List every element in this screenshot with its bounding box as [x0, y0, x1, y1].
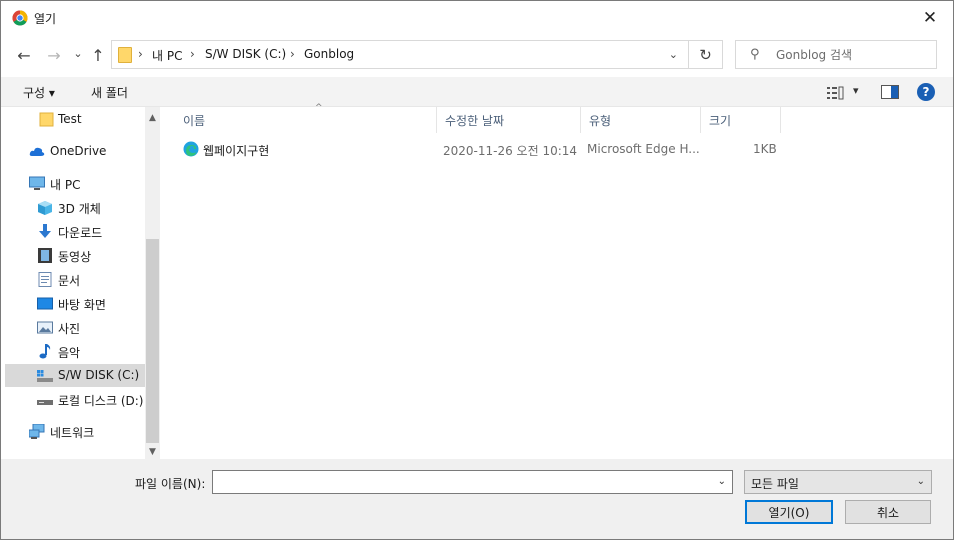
document-icon — [38, 272, 52, 287]
sort-ascending-icon: ^ — [315, 103, 323, 113]
close-button[interactable]: ✕ — [907, 1, 953, 35]
preview-pane-icon[interactable] — [881, 85, 899, 99]
sidebar-item-videos[interactable]: 동영상 — [5, 244, 145, 267]
open-file-dialog: 열기 ✕ ← → ⌄ ↑ › 내 PC › S/W DISK (C:) › Go… — [0, 0, 954, 540]
sidebar-item-label: 3D 개체 — [58, 202, 101, 216]
toolbar: 구성 ▾ 새 폴더 ▾ ? — [1, 77, 953, 107]
search-input[interactable] — [776, 45, 926, 64]
search-icon: ⚲ — [750, 47, 760, 62]
sidebar-item-label: 바탕 화면 — [58, 298, 106, 312]
filetype-select[interactable]: 모든 파일 ⌄ — [744, 470, 932, 494]
sidebar-item-onedrive[interactable]: OneDrive — [5, 140, 145, 163]
sidebar-item-label: S/W DISK (C:) — [58, 368, 140, 382]
address-bar[interactable]: › 내 PC › S/W DISK (C:) › Gonblog ⌄ — [111, 40, 689, 69]
open-button[interactable]: 열기(O) — [745, 500, 833, 524]
view-list-icon — [827, 86, 844, 100]
file-size: 1KB — [753, 142, 777, 156]
column-header-type[interactable]: 유형 — [581, 107, 701, 133]
sidebar-item-label: Test — [58, 112, 82, 126]
download-icon — [39, 224, 51, 238]
filename-label: 파일 이름(N): — [135, 477, 206, 491]
view-options-button[interactable]: ▾ — [827, 84, 867, 101]
drive-c-icon — [37, 370, 53, 382]
cube-icon — [38, 201, 52, 215]
breadcrumb-my-pc[interactable]: 내 PC — [152, 47, 182, 64]
column-header-label: 이름 — [183, 114, 206, 128]
sidebar-item-label: 사진 — [58, 322, 81, 336]
sidebar-item-network[interactable]: 네트워크 — [5, 420, 145, 443]
scroll-down-button[interactable]: ▼ — [145, 443, 160, 460]
file-name: 웹페이지구현 — [203, 144, 270, 158]
breadcrumb-c-drive[interactable]: S/W DISK (C:) — [205, 47, 286, 61]
sidebar-item-label: 동영상 — [58, 250, 92, 264]
desktop-icon — [37, 297, 53, 310]
up-button[interactable]: ↑ — [87, 42, 109, 68]
back-button[interactable]: ← — [13, 42, 35, 68]
sidebar-item-pictures[interactable]: 사진 — [5, 316, 145, 339]
column-header-size[interactable]: 크기 — [701, 107, 781, 133]
file-row[interactable]: 웹페이지구현 2020-11-26 오전 10:14 Microsoft Edg… — [177, 137, 777, 161]
bottom-panel: 파일 이름(N): ⌄ 모든 파일 ⌄ 열기(O) 취소 — [1, 459, 953, 539]
sidebar-scrollbar[interactable]: ▲ ▼ — [145, 107, 160, 459]
sidebar-item-downloads[interactable]: 다운로드 — [5, 220, 145, 243]
file-type: Microsoft Edge H... — [587, 142, 700, 156]
sidebar-item-documents[interactable]: 문서 — [5, 268, 145, 291]
sidebar-item-3d-objects[interactable]: 3D 개체 — [5, 196, 145, 219]
navigation-pane: Test OneDrive 내 PC 3D 개체 다운로드 동영상 문서 바탕 — [5, 107, 145, 459]
new-folder-button[interactable]: 새 폴더 — [91, 84, 128, 101]
recent-locations-button[interactable]: ⌄ — [67, 40, 89, 66]
sidebar-item-label: 문서 — [58, 274, 81, 288]
sidebar-item-c-drive[interactable]: S/W DISK (C:) — [5, 364, 145, 387]
scrollbar-thumb[interactable] — [146, 239, 159, 443]
music-icon — [39, 344, 51, 359]
file-list: 이름 ^ 수정한 날짜 유형 크기 웹페이지구현 2020-11-26 오전 1… — [161, 103, 949, 459]
search-box[interactable]: ⚲ — [735, 40, 937, 69]
sidebar-item-d-drive[interactable]: 로컬 디스크 (D:) — [5, 388, 145, 411]
edge-html-file-icon — [183, 141, 199, 157]
chevron-down-icon: ▾ — [853, 84, 859, 97]
drive-d-icon — [37, 400, 53, 405]
scroll-up-button[interactable]: ▲ — [145, 109, 160, 126]
chrome-icon — [12, 10, 28, 26]
video-icon — [38, 248, 52, 263]
picture-icon — [37, 321, 53, 334]
window-title: 열기 — [34, 12, 57, 26]
breadcrumb-separator: › — [138, 47, 143, 61]
file-date: 2020-11-26 오전 10:14 — [443, 144, 578, 158]
computer-icon — [29, 176, 45, 190]
filename-combo[interactable]: ⌄ — [212, 470, 733, 494]
sidebar-item-label: 네트워크 — [50, 426, 95, 440]
breadcrumb-separator: › — [190, 47, 195, 61]
column-header-name[interactable]: 이름 ^ — [175, 103, 437, 133]
chevron-down-icon: ⌄ — [916, 476, 925, 487]
organize-button[interactable]: 구성 ▾ — [23, 84, 55, 101]
sidebar-item-label: 로컬 디스크 (D:) — [58, 394, 144, 408]
sidebar-item-label: 음악 — [58, 346, 81, 360]
sidebar-item-desktop[interactable]: 바탕 화면 — [5, 292, 145, 315]
sidebar-item-label: 다운로드 — [58, 226, 103, 240]
chevron-down-icon[interactable]: ⌄ — [718, 476, 726, 487]
breadcrumb-gonblog[interactable]: Gonblog — [304, 47, 354, 61]
cloud-icon — [29, 147, 45, 156]
forward-button[interactable]: → — [43, 42, 65, 68]
network-icon — [29, 424, 45, 439]
folder-icon — [118, 47, 132, 63]
filename-input[interactable] — [217, 474, 707, 490]
refresh-button[interactable]: ↻ — [689, 40, 723, 69]
help-button[interactable]: ? — [917, 83, 935, 101]
breadcrumb-separator: › — [290, 47, 295, 61]
sidebar-item-music[interactable]: 음악 — [5, 340, 145, 363]
sidebar-item-label: 내 PC — [50, 178, 81, 192]
sidebar-item-test[interactable]: Test — [5, 108, 145, 131]
folder-icon — [39, 112, 54, 127]
chevron-down-icon[interactable]: ⌄ — [669, 48, 678, 61]
sidebar-item-label: OneDrive — [50, 144, 107, 158]
filetype-value: 모든 파일 — [751, 477, 799, 491]
title-bar: 열기 ✕ — [1, 1, 953, 35]
column-header-date[interactable]: 수정한 날짜 — [437, 107, 581, 133]
cancel-button[interactable]: 취소 — [845, 500, 931, 524]
sidebar-item-my-pc[interactable]: 내 PC — [5, 172, 145, 195]
